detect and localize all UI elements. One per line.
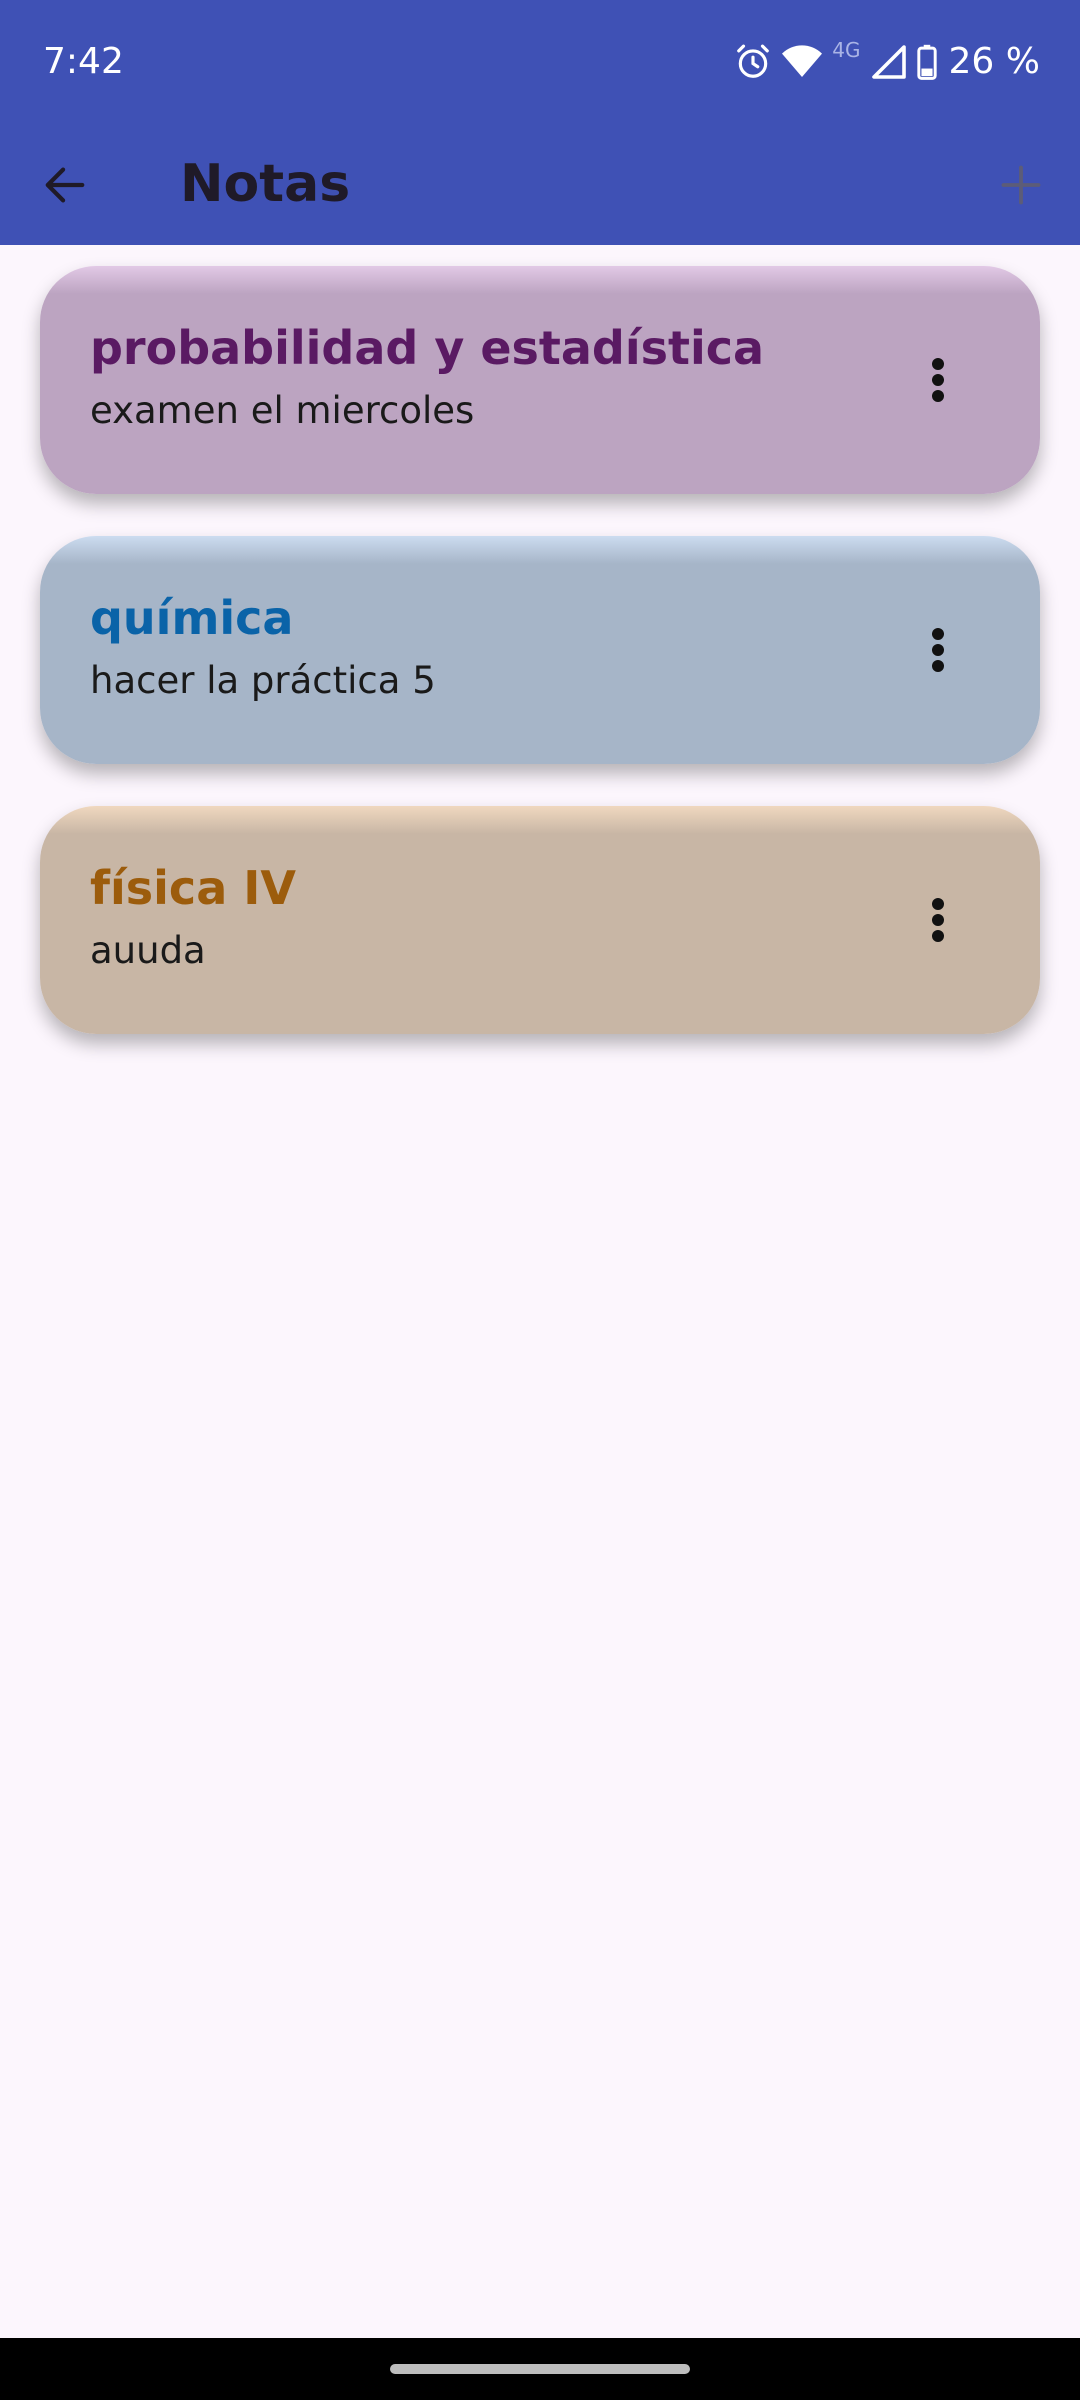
alarm-icon (737, 44, 770, 78)
note-card[interactable]: probabilidad y estadística examen el mie… (40, 266, 1040, 494)
note-card[interactable]: física IV auuda (40, 806, 1040, 1034)
notes-list: probabilidad y estadística examen el mie… (40, 266, 1040, 1076)
more-vert-icon (932, 898, 944, 942)
note-card-background (40, 536, 1040, 764)
more-vert-icon (932, 358, 944, 402)
note-menu-button[interactable] (916, 610, 960, 690)
note-body: hacer la práctica 5 (90, 659, 436, 702)
system-navigation-bar (0, 2338, 1080, 2400)
note-menu-button[interactable] (916, 880, 960, 960)
note-menu-button[interactable] (916, 340, 960, 420)
battery-icon (916, 44, 937, 80)
status-time: 7:42 (43, 41, 124, 82)
arrow-left-icon (45, 167, 85, 203)
wifi-icon (782, 45, 823, 77)
note-card-background (40, 806, 1040, 1034)
more-vert-icon (932, 628, 944, 672)
network-type-label: 4G (832, 38, 861, 62)
page-title: Notas (180, 154, 351, 214)
plus-icon (1001, 165, 1041, 205)
app-bar: Notas (0, 124, 1080, 245)
battery-percentage: 26 % (948, 41, 1040, 82)
note-card-background (40, 266, 1040, 494)
note-body: auuda (90, 929, 206, 972)
note-title: probabilidad y estadística (90, 321, 765, 375)
home-gesture-handle[interactable] (390, 2364, 690, 2374)
note-card[interactable]: química hacer la práctica 5 (40, 536, 1040, 764)
note-body: examen el miercoles (90, 389, 475, 432)
status-icons: 4G 26 % (734, 36, 1040, 88)
cell-signal-icon (871, 45, 906, 79)
note-title: química (90, 591, 294, 645)
status-bar: 7:42 4G 26 % (0, 0, 1080, 124)
note-title: física IV (90, 861, 296, 915)
back-button[interactable] (30, 150, 100, 220)
add-note-button[interactable] (986, 150, 1056, 220)
notes-screen: 7:42 4G 26 % Notas probabilidad y estadí… (0, 0, 1080, 2400)
